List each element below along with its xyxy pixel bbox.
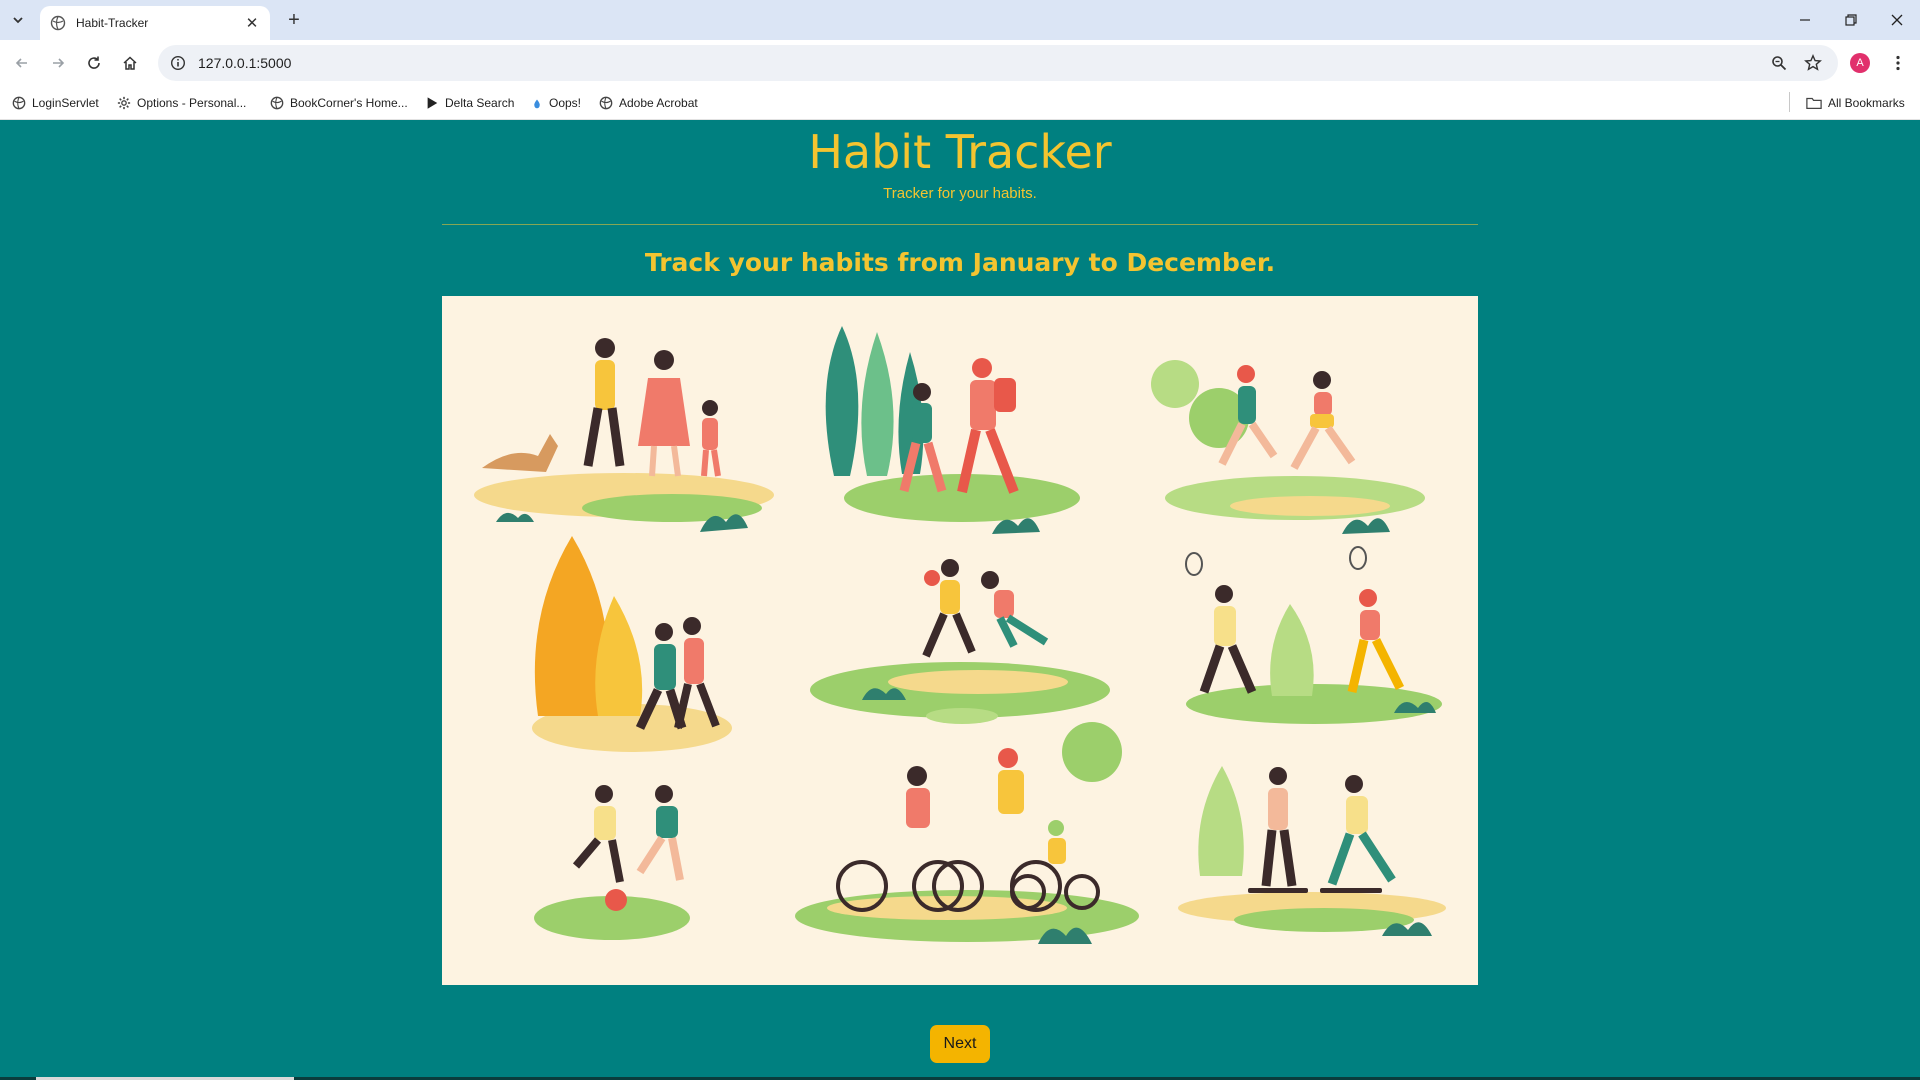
skateboarders [1248, 767, 1396, 893]
section-heading: Track your habits from January to Decemb… [644, 248, 1276, 277]
bookmark-label: LoginServlet [32, 96, 99, 110]
next-button[interactable]: Next [930, 1025, 990, 1063]
globe-icon [599, 96, 613, 110]
header-divider [442, 224, 1478, 225]
bookmarks-bar: LoginServlet Options - Personal... BookC… [0, 86, 1920, 120]
all-bookmarks-label: All Bookmarks [1828, 96, 1905, 110]
arrow-left-icon [15, 58, 27, 68]
bookmark-loginservlet[interactable]: LoginServlet [12, 94, 99, 112]
tab-search-button[interactable] [6, 8, 30, 32]
reload-icon [88, 56, 100, 69]
autumn-walkers [635, 617, 720, 730]
globe-icon [50, 15, 66, 31]
page-title: Habit Tracker [808, 125, 1112, 179]
gear-icon [117, 96, 131, 110]
restore-icon [1845, 14, 1857, 26]
bookmark-oops[interactable]: Oops! [531, 94, 581, 112]
folder-icon [1806, 97, 1822, 109]
page-content: Habit Tracker Tracker for your habits. T… [0, 121, 1920, 1080]
reload-button[interactable] [78, 47, 110, 79]
bookmark-label: Delta Search [445, 96, 515, 110]
bookmark-options[interactable]: Options - Personal... [117, 94, 246, 112]
url-text[interactable]: 127.0.0.1:5000 [198, 55, 291, 71]
tab-strip: Habit-Tracker ✕ + [0, 0, 1920, 40]
bookmark-label: BookCorner's Home... [290, 96, 408, 110]
family-walking [482, 338, 721, 477]
runners [1218, 365, 1356, 470]
bookmark-bookcorner[interactable]: BookCorner's Home... [270, 94, 408, 112]
close-icon [1891, 14, 1903, 26]
globe-icon [12, 96, 26, 110]
drop-icon [534, 99, 540, 109]
bookmark-adobe-acrobat[interactable]: Adobe Acrobat [599, 94, 698, 112]
globe-icon [270, 96, 284, 110]
bookmark-label: Oops! [549, 96, 582, 110]
address-bar[interactable]: 127.0.0.1:5000 [158, 45, 1838, 81]
minimize-icon [1800, 19, 1810, 21]
home-icon [123, 56, 137, 70]
home-button[interactable] [114, 47, 146, 79]
active-tab[interactable]: Habit-Tracker ✕ [40, 6, 270, 40]
tab-title: Habit-Tracker [76, 16, 149, 30]
hikers [899, 358, 1019, 494]
cyclists [836, 748, 1100, 912]
bookmarks-divider [1789, 92, 1790, 112]
close-tab-icon[interactable]: ✕ [244, 15, 260, 32]
new-tab-button[interactable]: + [282, 8, 306, 32]
all-bookmarks-button[interactable]: All Bookmarks [1806, 94, 1905, 112]
bookmark-star-icon[interactable] [1804, 54, 1822, 72]
arrow-right-icon [53, 58, 65, 68]
chevron-down-icon [13, 17, 23, 24]
browser-toolbar: 127.0.0.1:5000 A [0, 40, 1920, 86]
basketball-players [922, 559, 1049, 658]
bookmark-delta-search[interactable]: Delta Search [425, 94, 514, 112]
forward-button[interactable] [42, 47, 74, 79]
kebab-menu-icon [1896, 55, 1900, 71]
minimize-button[interactable] [1782, 0, 1828, 40]
hero-illustration [442, 296, 1478, 985]
site-info-icon[interactable] [170, 55, 186, 71]
restore-button[interactable] [1828, 0, 1874, 40]
activities-illustration [474, 326, 1446, 944]
back-button[interactable] [6, 47, 38, 79]
close-window-button[interactable] [1874, 0, 1920, 40]
play-icon [427, 97, 438, 109]
zoom-icon[interactable] [1771, 55, 1787, 71]
page-subtitle: Tracker for your habits. [883, 185, 1037, 202]
football-players [572, 785, 684, 911]
bookmark-label: Adobe Acrobat [619, 96, 698, 110]
profile-avatar[interactable]: A [1850, 53, 1870, 73]
menu-button[interactable] [1882, 47, 1914, 79]
bookmark-label: Options - Personal... [137, 96, 247, 110]
